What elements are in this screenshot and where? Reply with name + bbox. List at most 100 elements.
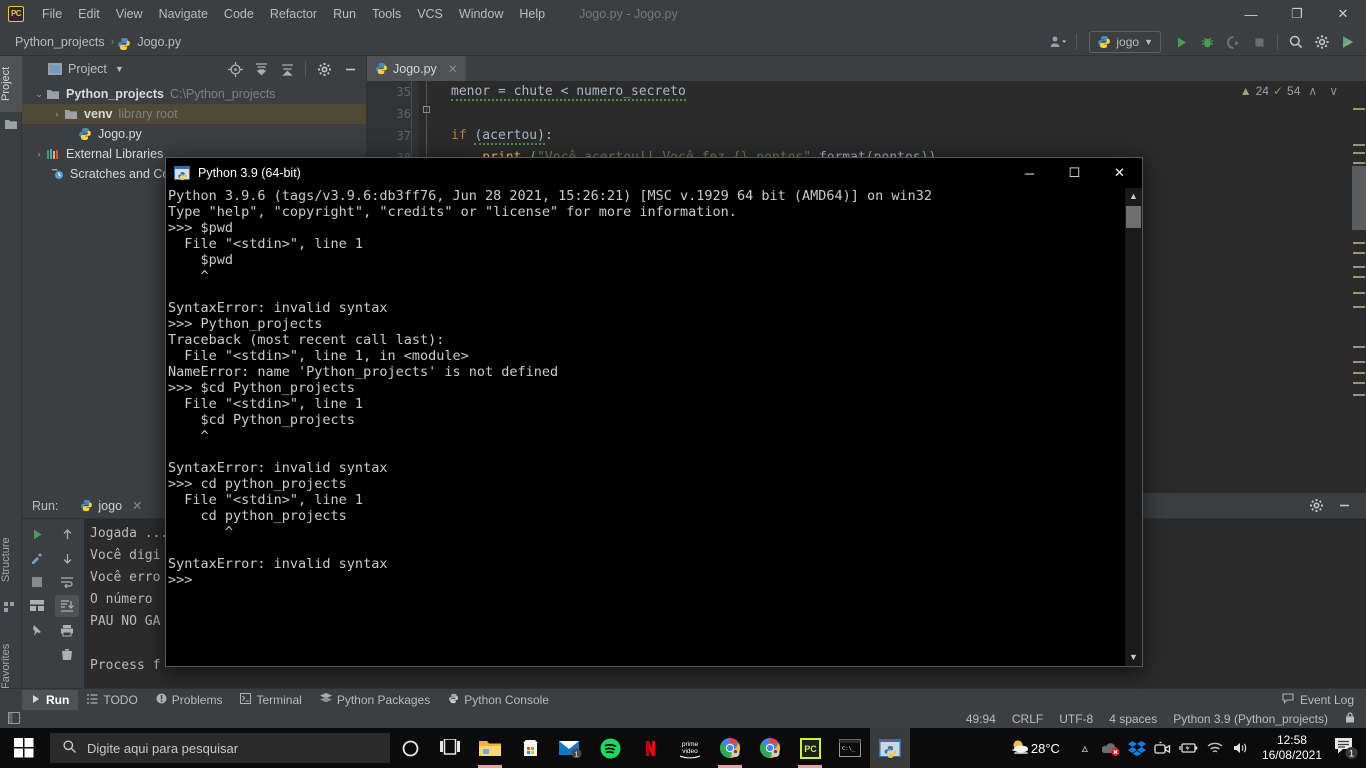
mail-icon[interactable]: 1 bbox=[550, 728, 590, 768]
rerun-button[interactable] bbox=[25, 523, 49, 545]
menu-run[interactable]: Run bbox=[325, 4, 364, 24]
console-scrollbar-thumb[interactable] bbox=[1126, 206, 1141, 228]
menu-edit[interactable]: Edit bbox=[70, 4, 108, 24]
expand-all-icon[interactable] bbox=[249, 58, 273, 80]
line-separator[interactable]: CRLF bbox=[1012, 712, 1043, 726]
select-opened-file-icon[interactable] bbox=[223, 58, 247, 80]
chrome-icon[interactable] bbox=[710, 728, 750, 768]
close-icon[interactable]: ✕ bbox=[132, 498, 142, 513]
sidebar-item-structure[interactable]: Structure bbox=[0, 524, 22, 596]
run-configuration-selector[interactable]: jogo ▼ bbox=[1089, 31, 1161, 53]
updates-icon[interactable] bbox=[1336, 31, 1360, 53]
console-output[interactable]: Python 3.9.6 (tags/v3.9.6:db3ff76, Jun 2… bbox=[166, 188, 1142, 666]
breadcrumb-file[interactable]: Jogo.py bbox=[134, 33, 184, 51]
down-arrow-icon[interactable] bbox=[55, 547, 79, 569]
python-interpreter[interactable]: Python 3.9 (Python_projects) bbox=[1173, 712, 1328, 726]
soft-wrap-icon[interactable] bbox=[55, 571, 79, 593]
chevron-right-icon[interactable]: › bbox=[50, 109, 64, 119]
console-title-bar[interactable]: Python 3.9 (64-bit) ─ ☐ ✕ bbox=[166, 158, 1142, 188]
collapse-all-icon[interactable] bbox=[275, 58, 299, 80]
breadcrumb-project[interactable]: Python_projects bbox=[12, 33, 108, 51]
gear-icon[interactable] bbox=[1304, 495, 1328, 517]
menu-view[interactable]: View bbox=[108, 4, 151, 24]
dropbox-icon[interactable] bbox=[1124, 728, 1150, 768]
menu-vcs[interactable]: VCS bbox=[409, 4, 451, 24]
console-minimize-button[interactable]: ─ bbox=[1007, 158, 1052, 188]
tool-tab-terminal[interactable]: Terminal bbox=[231, 690, 310, 710]
console-scrollbar[interactable]: ▲ ▼ bbox=[1125, 188, 1142, 666]
hide-panel-icon[interactable] bbox=[338, 58, 362, 80]
editor-tab-jogo-py[interactable]: Jogo.py ✕ bbox=[367, 56, 466, 81]
debug-button[interactable] bbox=[1195, 31, 1219, 53]
cmd-icon[interactable]: C:\_ bbox=[830, 728, 870, 768]
up-arrow-icon[interactable] bbox=[55, 523, 79, 545]
task-view-icon[interactable] bbox=[430, 728, 470, 768]
search-input[interactable]: Digite aqui para pesquisar bbox=[50, 733, 390, 763]
editor-marker-bar[interactable] bbox=[1352, 106, 1366, 518]
search-icon[interactable] bbox=[1284, 31, 1308, 53]
pin-icon[interactable] bbox=[25, 619, 49, 641]
fold-marker-icon[interactable] bbox=[423, 106, 430, 113]
spotify-icon[interactable] bbox=[590, 728, 630, 768]
tree-node-venv[interactable]: › venv library root bbox=[22, 104, 366, 124]
sidebar-item-project[interactable]: Project bbox=[0, 56, 22, 112]
tool-tab-todo[interactable]: TODO bbox=[78, 690, 146, 710]
camera-icon[interactable] bbox=[1150, 728, 1176, 768]
close-icon[interactable]: ✕ bbox=[448, 62, 458, 76]
chevron-right-icon[interactable]: › bbox=[32, 149, 46, 159]
event-log-label[interactable]: Event Log bbox=[1300, 693, 1354, 707]
stop-button[interactable] bbox=[1247, 31, 1271, 53]
weather-icon[interactable] bbox=[1009, 737, 1031, 760]
run-with-coverage-button[interactable] bbox=[1221, 31, 1245, 53]
menu-tools[interactable]: Tools bbox=[364, 4, 409, 24]
pycharm-icon[interactable]: PC bbox=[790, 728, 830, 768]
gear-icon[interactable] bbox=[312, 58, 336, 80]
show-hidden-icons-chevron[interactable]: ▵ bbox=[1072, 728, 1098, 768]
chevron-down-icon[interactable]: ⌄ bbox=[32, 89, 46, 100]
scroll-down-icon[interactable]: ▼ bbox=[1125, 649, 1142, 666]
menu-file[interactable]: File bbox=[34, 4, 70, 24]
menu-navigate[interactable]: Navigate bbox=[151, 4, 216, 24]
menu-help[interactable]: Help bbox=[511, 4, 553, 24]
layout-icon[interactable] bbox=[25, 595, 49, 617]
toggle-toolbar-icon[interactable] bbox=[8, 711, 20, 727]
tree-node-python-projects[interactable]: ⌄ Python_projects C:\Python_projects bbox=[22, 84, 366, 104]
menu-window[interactable]: Window bbox=[451, 4, 511, 24]
console-maximize-button[interactable]: ☐ bbox=[1052, 158, 1097, 188]
file-encoding[interactable]: UTF-8 bbox=[1059, 712, 1093, 726]
edit-configuration-icon[interactable] bbox=[25, 547, 49, 569]
start-button[interactable] bbox=[0, 728, 48, 768]
scroll-to-end-icon[interactable] bbox=[55, 595, 79, 617]
console-close-button[interactable]: ✕ bbox=[1097, 158, 1142, 188]
user-dropdown-icon[interactable] bbox=[1046, 31, 1070, 53]
prime-video-icon[interactable]: prime video bbox=[670, 728, 710, 768]
caret-position[interactable]: 49:94 bbox=[966, 712, 996, 726]
notifications-icon[interactable]: 1 bbox=[1330, 728, 1362, 768]
tree-node-jogo-py[interactable]: Jogo.py bbox=[22, 124, 366, 144]
tool-tab-python-console[interactable]: Python Console bbox=[439, 690, 558, 710]
tool-tab-problems[interactable]: Problems bbox=[147, 690, 232, 710]
run-button[interactable] bbox=[1169, 31, 1193, 53]
taskbar-clock[interactable]: 12:58 16/08/2021 bbox=[1254, 733, 1330, 763]
print-icon[interactable] bbox=[55, 619, 79, 641]
scroll-up-icon[interactable]: ▲ bbox=[1125, 188, 1142, 205]
onedrive-error-icon[interactable] bbox=[1098, 728, 1124, 768]
cortana-icon[interactable] bbox=[390, 728, 430, 768]
lock-icon[interactable] bbox=[1344, 711, 1356, 727]
gear-icon[interactable] bbox=[1310, 31, 1334, 53]
microsoft-store-icon[interactable] bbox=[510, 728, 550, 768]
volume-icon[interactable] bbox=[1228, 728, 1254, 768]
chevron-down-icon[interactable]: ▼ bbox=[115, 64, 124, 74]
run-tab-jogo[interactable]: jogo ✕ bbox=[80, 498, 143, 513]
battery-charging-icon[interactable] bbox=[1176, 728, 1202, 768]
wifi-icon[interactable] bbox=[1202, 728, 1228, 768]
netflix-icon[interactable] bbox=[630, 728, 670, 768]
python-icon[interactable] bbox=[870, 728, 910, 768]
ide-close-button[interactable]: ✕ bbox=[1320, 0, 1366, 28]
ide-maximize-button[interactable]: ❐ bbox=[1274, 0, 1320, 28]
file-explorer-icon[interactable] bbox=[470, 728, 510, 768]
editor-scrollbar-thumb[interactable] bbox=[1352, 166, 1366, 230]
indent-setting[interactable]: 4 spaces bbox=[1109, 712, 1157, 726]
python-console-window[interactable]: Python 3.9 (64-bit) ─ ☐ ✕ Python 3.9.6 (… bbox=[165, 157, 1143, 667]
menu-code[interactable]: Code bbox=[216, 4, 262, 24]
